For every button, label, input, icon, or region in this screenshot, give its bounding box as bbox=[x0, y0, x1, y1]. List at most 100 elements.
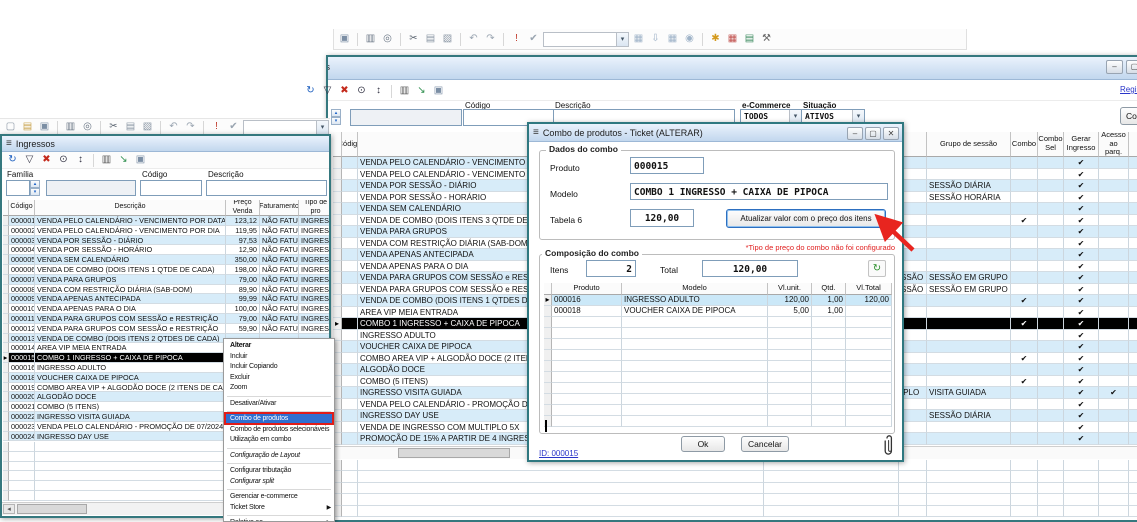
table-row[interactable]: 000005VENDA SEM CALENDÁRIO350,00NÃO FATU… bbox=[3, 255, 329, 265]
tabela-valor-field[interactable]: 120,00 bbox=[630, 209, 694, 227]
id-link[interactable]: ID: 000015 bbox=[539, 449, 578, 458]
menu-item[interactable]: Excluir bbox=[225, 373, 333, 384]
clear-filter-icon[interactable]: ✖ bbox=[39, 153, 54, 167]
book-icon[interactable]: ▤ bbox=[742, 32, 757, 46]
toolbar-combobox[interactable]: ▾ bbox=[243, 120, 329, 135]
toolbar-combobox[interactable]: ▾ bbox=[543, 32, 629, 47]
menu-item[interactable]: Ticket Store▶ bbox=[225, 503, 333, 514]
star-icon[interactable]: ✱ bbox=[708, 32, 723, 46]
familia-spinner[interactable]: ▴▾ bbox=[30, 180, 40, 196]
redo-icon[interactable]: ↷ bbox=[183, 120, 198, 134]
menu-item[interactable]: Configurar split bbox=[225, 477, 333, 488]
menu-item[interactable]: Configuração de Layout bbox=[225, 451, 333, 462]
preview-icon[interactable]: ◎ bbox=[80, 120, 95, 134]
open-icon[interactable]: ▤ bbox=[20, 120, 35, 134]
table-row[interactable]: 000010VENDA APENAS PARA O DIA100,00NÃO F… bbox=[3, 304, 329, 314]
table-row[interactable]: 000006VENDA DE COMBO (DOIS ITENS 1 QTDE … bbox=[3, 265, 329, 275]
refresh-icon[interactable]: ↻ bbox=[868, 260, 886, 277]
column-header[interactable] bbox=[544, 283, 552, 295]
dialog-titlebar[interactable]: ≡ Combo de produtos - Ticket (ALTERAR) –… bbox=[529, 124, 902, 142]
paste-icon[interactable]: ▧ bbox=[140, 120, 155, 134]
grid-icon[interactable]: ▦ bbox=[631, 32, 646, 46]
combo-item-row[interactable]: ▸000016INGRESSO ADULTO120,001,00120,00 bbox=[544, 295, 892, 306]
menu-item[interactable]: Combo de produtos bbox=[225, 414, 333, 425]
menu-icon[interactable]: ≡ bbox=[533, 127, 539, 138]
calendar-icon[interactable]: ▦ bbox=[725, 32, 740, 46]
menu-item[interactable]: Incluir bbox=[225, 352, 333, 363]
undo-icon[interactable]: ↶ bbox=[466, 32, 481, 46]
cut-icon[interactable]: ✂ bbox=[106, 120, 121, 134]
clear-filter-icon[interactable]: ✖ bbox=[337, 84, 352, 98]
column-header[interactable]: Vl.unit. bbox=[768, 283, 812, 295]
redo-icon[interactable]: ↷ bbox=[483, 32, 498, 46]
column-header[interactable]: Grupo de sessão bbox=[927, 132, 1011, 157]
print-icon[interactable]: ▥ bbox=[63, 120, 78, 134]
copy-icon[interactable]: ▤ bbox=[423, 32, 438, 46]
scroll-left-button[interactable]: ◂ bbox=[3, 504, 15, 514]
paste-icon[interactable]: ▧ bbox=[440, 32, 455, 46]
familia-spinner[interactable]: ▴▾ bbox=[331, 109, 341, 125]
export-icon[interactable]: ↘ bbox=[414, 84, 429, 98]
print-icon[interactable]: ▥ bbox=[99, 153, 114, 167]
column-header[interactable]: Qtd. bbox=[812, 283, 846, 295]
column-header[interactable]: C bbox=[1129, 132, 1137, 157]
column-header[interactable]: Combo bbox=[1011, 132, 1038, 157]
column-header[interactable]: Modelo bbox=[622, 283, 768, 295]
undo-icon[interactable]: ↶ bbox=[166, 120, 181, 134]
table-row[interactable]: 000003VENDA POR SESSÃO - DIÁRIO97,53NÃO … bbox=[3, 236, 329, 246]
descricao-input[interactable] bbox=[206, 180, 327, 196]
save-icon[interactable]: ▣ bbox=[431, 84, 446, 98]
bg-window-titlebar[interactable]: Ingressos – ▢ bbox=[328, 57, 1137, 80]
menu-item[interactable]: Relativo ao▶ bbox=[225, 518, 333, 522]
scrollbar-thumb[interactable] bbox=[17, 504, 87, 514]
column-header[interactable]: Código bbox=[9, 200, 35, 216]
sort-icon[interactable]: ↕ bbox=[371, 84, 386, 98]
menu-item[interactable]: Combo de produtos selecionáveis bbox=[225, 425, 333, 436]
cut-icon[interactable]: ✂ bbox=[406, 32, 421, 46]
produto-field[interactable]: 000015 bbox=[630, 157, 704, 174]
save-icon[interactable]: ▣ bbox=[133, 153, 148, 167]
filter-icon[interactable]: ▽ bbox=[22, 153, 37, 167]
table-row[interactable]: 000001VENDA PELO CALENDÁRIO - VENCIMENTO… bbox=[3, 216, 329, 226]
codigo-input[interactable] bbox=[140, 180, 202, 196]
scrollbar-thumb[interactable] bbox=[398, 448, 510, 458]
print-icon[interactable]: ▥ bbox=[363, 32, 378, 46]
menu-item[interactable]: Alterar bbox=[225, 341, 333, 352]
menu-item[interactable]: Incluir Copiando bbox=[225, 362, 333, 373]
minimize-button[interactable]: – bbox=[847, 127, 863, 140]
search-icon[interactable]: ⊙ bbox=[354, 84, 369, 98]
sort-icon[interactable]: ↕ bbox=[73, 153, 88, 167]
grid-icon-2[interactable]: ▦ bbox=[665, 32, 680, 46]
search-icon[interactable]: ⊙ bbox=[56, 153, 71, 167]
refresh-icon[interactable]: ↻ bbox=[5, 153, 20, 167]
copy-icon[interactable]: ▤ bbox=[123, 120, 138, 134]
column-header[interactable]: Código bbox=[342, 132, 358, 157]
column-header[interactable]: Descrição bbox=[35, 200, 226, 216]
table-row[interactable]: 000011VENDA PARA GRUPOS COM SESSÃO e RES… bbox=[3, 314, 329, 324]
combo-item-row[interactable]: 000018VOUCHER CAIXA DE PIPOCA5,001,00 bbox=[544, 306, 892, 317]
exclaim-icon[interactable]: ! bbox=[209, 120, 224, 134]
menu-item[interactable]: Utilização em combo bbox=[225, 435, 333, 446]
exclaim-icon[interactable]: ! bbox=[509, 32, 524, 46]
familia-input[interactable] bbox=[6, 180, 30, 196]
table-row[interactable]: 000012VENDA PARA GRUPOS COM SESSÃO e RES… bbox=[3, 324, 329, 334]
column-header[interactable]: Produto bbox=[552, 283, 622, 295]
table-row[interactable]: 000009VENDA APENAS ANTECIPADA99,99NÃO FA… bbox=[3, 294, 329, 304]
filter-icon[interactable]: ▽ bbox=[320, 84, 335, 98]
download-icon[interactable]: ⇩ bbox=[648, 32, 663, 46]
menu-item[interactable]: Configurar tributação bbox=[225, 466, 333, 477]
left-window-titlebar[interactable]: ≡ Ingressos bbox=[2, 136, 329, 152]
minimize-button[interactable]: – bbox=[1106, 60, 1123, 74]
maximize-button[interactable]: ▢ bbox=[865, 127, 881, 140]
refresh-icon[interactable]: ↻ bbox=[303, 84, 318, 98]
modelo-field[interactable]: COMBO 1 INGRESSO + CAIXA DE PIPOCA bbox=[630, 183, 888, 200]
column-header[interactable] bbox=[333, 132, 342, 157]
confirm-icon[interactable]: ✔ bbox=[526, 32, 541, 46]
column-header[interactable]: Vl.Total bbox=[846, 283, 892, 295]
ok-button[interactable]: Ok bbox=[681, 436, 725, 452]
confirm-icon[interactable]: ✔ bbox=[226, 120, 241, 134]
consultar-button[interactable]: Co bbox=[1120, 107, 1137, 125]
table-row[interactable]: 000002VENDA PELO CALENDÁRIO - VENCIMENTO… bbox=[3, 226, 329, 236]
tools-icon[interactable]: ⚒ bbox=[759, 32, 774, 46]
column-header[interactable]: Acesso ao parq. bbox=[1099, 132, 1129, 157]
